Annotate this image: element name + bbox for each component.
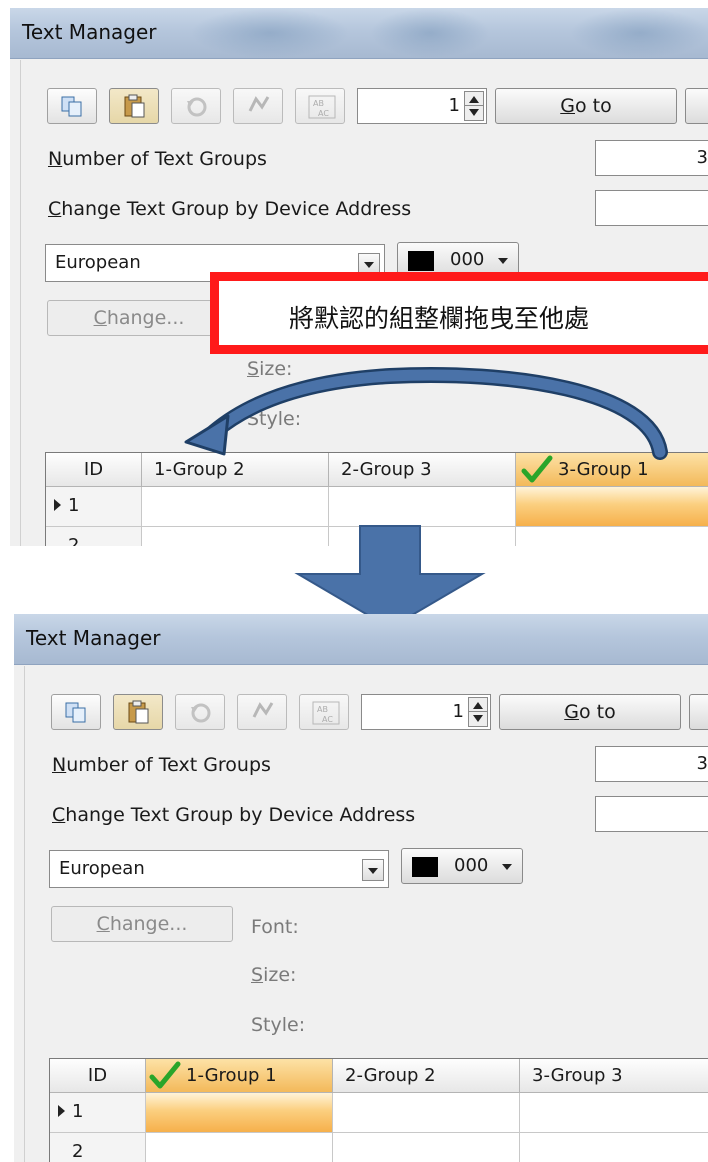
svg-text:AC: AC bbox=[318, 109, 329, 118]
grid-header-col3[interactable]: 3-Group 3 bbox=[520, 1059, 708, 1093]
page-spin[interactable]: 1 bbox=[361, 694, 491, 730]
paste-icon bbox=[128, 700, 149, 724]
grid-cell[interactable] bbox=[146, 1133, 333, 1162]
goto-button[interactable]: Go to bbox=[499, 694, 681, 730]
grid-row-id[interactable]: 1 bbox=[46, 487, 142, 527]
spin-arrows[interactable] bbox=[464, 91, 484, 121]
change-font-button[interactable]: Change... bbox=[47, 300, 231, 336]
redo-icon bbox=[252, 702, 274, 718]
font-label: Font: bbox=[251, 916, 299, 938]
drag-curve-arrow-icon bbox=[184, 366, 668, 460]
window-title: Text Manager bbox=[26, 626, 161, 650]
grid-cell-selected[interactable] bbox=[516, 487, 708, 527]
grid-cell-selected[interactable] bbox=[146, 1093, 333, 1133]
window-title: Text Manager bbox=[22, 20, 157, 44]
after-window: Text Manager AB AC 1 Go to Number of Text… bbox=[14, 614, 708, 1162]
grid-cell[interactable] bbox=[333, 1093, 520, 1133]
undo-icon bbox=[191, 703, 211, 723]
device-address-field[interactable] bbox=[595, 796, 708, 832]
spin-arrows[interactable] bbox=[468, 697, 488, 727]
change-group-label: Change Text Group by Device Address bbox=[48, 198, 412, 220]
color-picker[interactable]: 000 bbox=[401, 848, 523, 884]
paste-icon bbox=[124, 94, 145, 118]
instruction-callout: 將默認的組整欄拖曳至他處 bbox=[210, 272, 708, 354]
undo-button[interactable] bbox=[171, 88, 221, 124]
svg-text:AB: AB bbox=[313, 99, 324, 108]
color-swatch bbox=[412, 857, 438, 877]
size-label: Size: bbox=[251, 964, 297, 986]
grid-header-id[interactable]: ID bbox=[46, 453, 142, 487]
grid-row-id[interactable]: 2 bbox=[46, 527, 142, 546]
svg-text:AB: AB bbox=[317, 705, 328, 714]
replace-text-button[interactable]: AB AC bbox=[295, 88, 345, 124]
number-of-groups-label: Number of Text Groups bbox=[52, 754, 271, 776]
paste-button[interactable] bbox=[109, 88, 159, 124]
replace-text-icon: ABAC bbox=[308, 95, 336, 119]
goto-button[interactable]: Go to bbox=[495, 88, 677, 124]
extra-button[interactable] bbox=[685, 88, 708, 124]
grid-header-id[interactable]: ID bbox=[50, 1059, 146, 1093]
grid-row-id[interactable]: 2 bbox=[50, 1133, 146, 1162]
check-icon bbox=[149, 1061, 181, 1089]
redo-button[interactable] bbox=[233, 88, 283, 124]
grid-cell[interactable] bbox=[329, 487, 516, 527]
copy-button[interactable] bbox=[47, 88, 97, 124]
chevron-down-icon bbox=[498, 258, 508, 264]
chevron-down-icon bbox=[502, 864, 512, 870]
grid-header-col2[interactable]: 2-Group 2 bbox=[333, 1059, 520, 1093]
grid-cell[interactable] bbox=[333, 1133, 520, 1162]
number-of-groups-spin[interactable]: 3 bbox=[595, 140, 708, 176]
grid-cell[interactable] bbox=[516, 527, 708, 546]
page-spin[interactable]: 1 bbox=[357, 88, 487, 124]
undo-icon bbox=[187, 97, 207, 117]
copy-button[interactable] bbox=[51, 694, 101, 730]
style-label: Style: bbox=[251, 1014, 306, 1036]
color-swatch bbox=[408, 251, 434, 271]
grid-cell[interactable] bbox=[142, 487, 329, 527]
replace-text-icon: ABAC bbox=[312, 701, 340, 725]
title-bar: Text Manager bbox=[14, 614, 708, 665]
redo-icon bbox=[248, 96, 270, 112]
title-bar: Text Manager bbox=[10, 8, 708, 59]
replace-text-button[interactable]: AB AC bbox=[299, 694, 349, 730]
svg-text:AC: AC bbox=[322, 715, 333, 724]
grid-header-col1-default[interactable]: 1-Group 1 bbox=[146, 1059, 333, 1093]
change-font-button[interactable]: Change... bbox=[51, 906, 233, 942]
chevron-down-icon[interactable] bbox=[362, 859, 384, 881]
text-manager-client: AB AC 1 Go to Number of Text Groups 3 Cha… bbox=[24, 666, 708, 1162]
grid-cell[interactable] bbox=[520, 1133, 708, 1162]
copy-icon bbox=[65, 702, 86, 723]
number-of-groups-label: Number of Text Groups bbox=[48, 148, 267, 170]
language-combo[interactable]: European bbox=[49, 850, 389, 888]
grid-row-id[interactable]: 1 bbox=[50, 1093, 146, 1133]
paste-button[interactable] bbox=[113, 694, 163, 730]
callout-text: 將默認的組整欄拖曳至他處 bbox=[289, 304, 590, 333]
page-spin-value: 1 bbox=[448, 95, 460, 116]
page-spin-value: 1 bbox=[452, 701, 464, 722]
undo-button[interactable] bbox=[175, 694, 225, 730]
redo-button[interactable] bbox=[237, 694, 287, 730]
text-group-grid[interactable]: ID 1-Group 1 2-Group 2 3-Group 3 1 2 bbox=[49, 1058, 708, 1162]
grid-cell[interactable] bbox=[520, 1093, 708, 1133]
number-of-groups-spin[interactable]: 3 bbox=[595, 746, 708, 782]
copy-icon bbox=[61, 96, 82, 117]
change-group-label: Change Text Group by Device Address bbox=[52, 804, 416, 826]
extra-button[interactable] bbox=[689, 694, 708, 730]
device-address-field[interactable] bbox=[595, 190, 708, 226]
